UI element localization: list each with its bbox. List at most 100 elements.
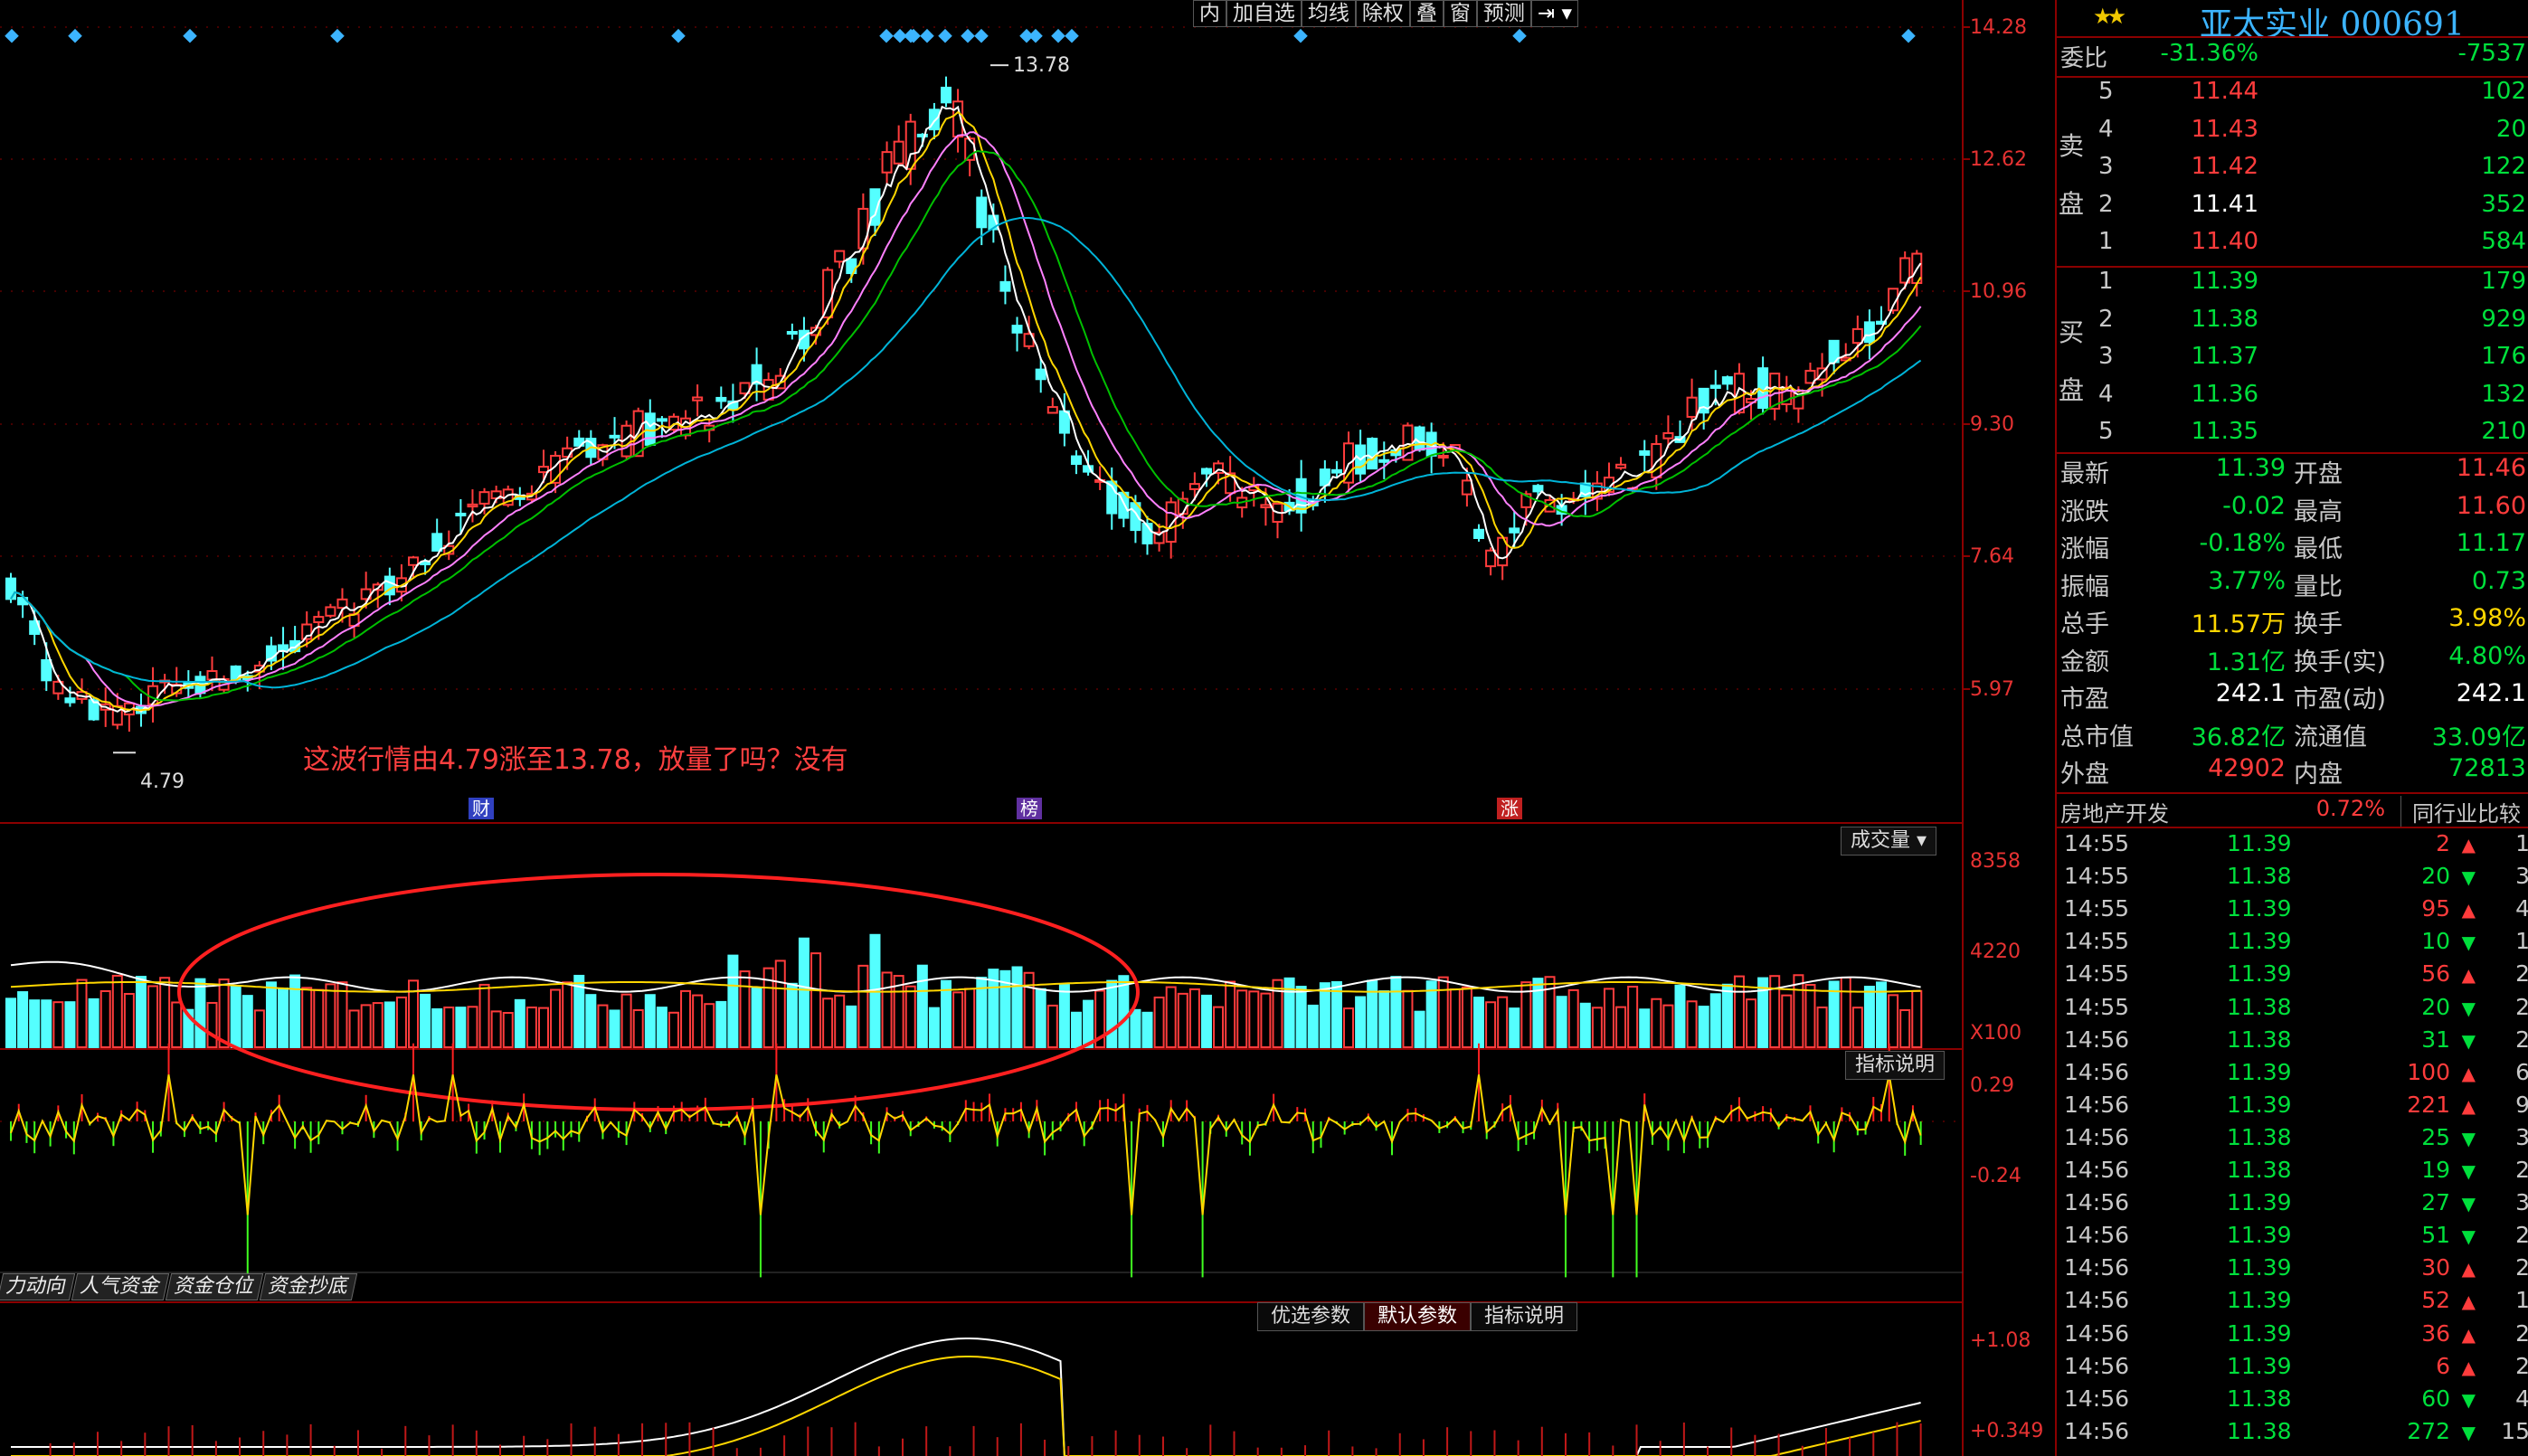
stat-value: 242.1 [2215, 679, 2286, 707]
sell-level-row[interactable]: 4 11.43 20 [2057, 116, 2528, 152]
volume-bar [1130, 1008, 1141, 1048]
sell-level-row[interactable]: 1 11.40 584 [2057, 228, 2528, 264]
volume-bar [774, 960, 786, 1049]
candle-body [420, 562, 431, 566]
toolbar-btn-inner[interactable]: 内 [1192, 0, 1226, 27]
level-volume: 352 [2481, 190, 2526, 218]
volume-bar [1686, 1000, 1698, 1048]
volume-bar [52, 1001, 64, 1048]
buy-level-row[interactable]: 5 11.35 210 [2057, 418, 2528, 454]
sell-level-row[interactable]: 3 11.42 122 [2057, 153, 2528, 189]
volume-indicator-select[interactable]: 成交量 ▾ [1841, 827, 1937, 856]
tick-count: 2 [2515, 1254, 2528, 1281]
stat-value: 42902 [2208, 754, 2286, 782]
candle-body [834, 250, 846, 263]
volume-bar [1567, 988, 1579, 1049]
sector-pct: 0.72% [2315, 796, 2385, 821]
candle-body [1378, 459, 1390, 463]
stat-value: 36.82亿 [2191, 723, 2286, 752]
stat-value: 72813 [2448, 754, 2526, 782]
pin-icon[interactable]: ⇥ ▾ [1530, 0, 1578, 27]
buy-level-row[interactable]: 2 11.38 929 [2057, 306, 2528, 342]
weibi-row: 委比 -31.36% -7537 [2057, 40, 2528, 76]
tick-volume: 19 [2421, 1157, 2450, 1183]
toolbar-btn-window[interactable]: 窗 [1443, 0, 1477, 27]
tick-volume: 51 [2421, 1222, 2450, 1249]
arrow-down-icon: ▼ [2461, 1225, 2476, 1248]
volume-bar [620, 993, 632, 1048]
candle-body [1721, 376, 1733, 385]
tick-volume: 31 [2421, 1026, 2450, 1053]
event-marker-limitup[interactable]: 涨 [1497, 798, 1522, 819]
kline-chart[interactable] [0, 0, 2053, 1456]
event-marker-ranking[interactable]: 榜 [1017, 798, 1042, 819]
toolbar-btn-forecast[interactable]: 预测 [1476, 0, 1531, 27]
tick-count: 3 [2515, 1123, 2528, 1150]
buy-level-row[interactable]: 4 11.36 132 [2057, 381, 2528, 417]
tab-popularity-funds[interactable]: 人气资金 [71, 1273, 170, 1300]
stat-row: 总手 11.57万 换手 3.98% [2057, 604, 2528, 640]
volume-bar [597, 1004, 609, 1049]
stat-row: 总市值 36.82亿 流通值 33.09亿 [2057, 717, 2528, 753]
level-volume: 132 [2481, 380, 2526, 408]
tick-time: 14:56 [2064, 1026, 2130, 1053]
default-params-button[interactable]: 默认参数 [1363, 1302, 1471, 1331]
price-tick-label: 10.96 [1970, 280, 2027, 303]
stat-label: 涨跌 [2060, 497, 2109, 526]
indicator-help-button[interactable]: 指标说明 [1845, 1051, 1946, 1080]
volume-bar [644, 994, 656, 1049]
toolbar-btn-exright[interactable]: 除权 [1355, 0, 1410, 27]
compare-industry-button[interactable]: 同行业比较 [2400, 796, 2521, 827]
sector-name[interactable]: 房地产开发 [2060, 796, 2169, 827]
stat-row: 最新 11.39 开盘 11.46 [2057, 454, 2528, 490]
tick-row: 14:56 11.39 51 ▼ 2 [2057, 1222, 2528, 1254]
price-tick-label: 5.97 [1970, 678, 2014, 701]
level-volume: 20 [2495, 115, 2526, 143]
tick-count: 4 [2515, 895, 2528, 922]
candle-body [999, 280, 1011, 292]
volume-bar [135, 976, 147, 1048]
buy-level-row[interactable]: 3 11.37 176 [2057, 343, 2528, 379]
volume-bar [1188, 988, 1200, 1048]
bottom-indicator-help-button[interactable]: 指标说明 [1470, 1302, 1577, 1331]
toolbar-btn-ma[interactable]: 均线 [1301, 0, 1356, 27]
sell-level-row[interactable]: 2 11.41 352 [2057, 191, 2528, 227]
tab-fund-bottom[interactable]: 资金抄底 [259, 1273, 358, 1300]
tick-count: 2 [2515, 1157, 2528, 1183]
tick-count: 1 [2515, 928, 2528, 955]
volume-bar [668, 1011, 679, 1049]
volume-bar [241, 995, 253, 1048]
tab-force-direction[interactable]: 力动向 [0, 1273, 76, 1300]
stat-label: 外盘 [2060, 761, 2109, 789]
level-number: 2 [2098, 190, 2114, 218]
toolbar-btn-add-favorite[interactable]: 加自选 [1226, 0, 1302, 27]
preferred-params-button[interactable]: 优选参数 [1256, 1302, 1364, 1331]
toolbar-btn-overlay[interactable]: 叠 [1409, 0, 1444, 27]
level-number: 1 [2098, 228, 2114, 255]
volume-bar [537, 1007, 549, 1049]
candle-body [893, 140, 904, 165]
candle-body [786, 331, 798, 336]
stat-value: 11.46 [2456, 454, 2526, 482]
stat-label: 内盘 [2294, 761, 2343, 789]
volume-bar [1816, 1006, 1828, 1048]
event-marker-finance[interactable]: 财 [469, 798, 494, 819]
volume-bar [562, 981, 573, 1048]
level-number: 1 [2098, 268, 2114, 295]
volume-bar [17, 991, 29, 1048]
volume-bar [467, 1006, 478, 1048]
volume-bar [1579, 1002, 1591, 1048]
sell-level-row[interactable]: 5 11.44 102 [2057, 78, 2528, 114]
volume-bar [478, 983, 490, 1048]
weibi-label: 委比 [2060, 45, 2108, 72]
divider [2057, 36, 2528, 38]
indicator-tick-label: -0.24 [1970, 1165, 2021, 1187]
bottom-tick-label: +1.08 [1970, 1329, 2031, 1352]
tab-fund-position[interactable]: 资金仓位 [165, 1273, 264, 1300]
tick-time: 14:56 [2064, 1254, 2130, 1281]
price-tick-label: 12.62 [1970, 148, 2027, 171]
volume-bar [265, 981, 277, 1049]
volume-bar [1863, 986, 1875, 1049]
stock-title[interactable]: 亚太实业 000691 [2200, 0, 2465, 45]
buy-level-row[interactable]: 1 11.39 179 [2057, 268, 2528, 304]
